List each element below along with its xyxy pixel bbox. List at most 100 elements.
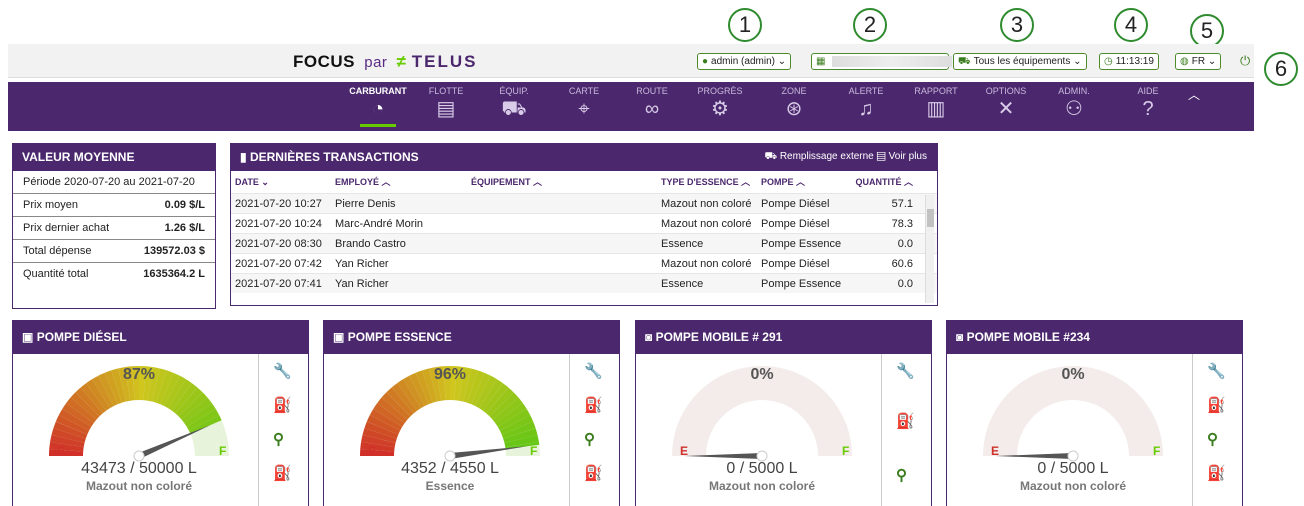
progress-icon: ⚙ xyxy=(711,98,729,120)
external-fill-label: Remplissage externe xyxy=(779,151,874,162)
pump-key-icon[interactable]: ⚲ xyxy=(273,430,284,448)
wrench-icon[interactable]: 🔧 xyxy=(273,362,292,380)
gauge-empty-label: E xyxy=(57,444,66,458)
col-pump[interactable]: POMPE ︿ xyxy=(761,171,853,193)
col-equipment[interactable]: ÉQUIPEMENT ︿ xyxy=(467,171,657,193)
avg-label: Prix moyen xyxy=(23,199,79,211)
avg-row: Prix moyen 0.09 $/L xyxy=(13,194,215,217)
table-row[interactable]: 2021-07-20 10:24 Marc-André Morin Mazout n… xyxy=(231,213,937,233)
pump-key-icon[interactable]: ⚲ xyxy=(896,466,907,484)
language-select[interactable]: ◍ FR ⌄ xyxy=(1175,53,1222,70)
refill-icon[interactable]: ⛽ xyxy=(273,464,292,482)
see-more-link[interactable]: ▤ Voir plus xyxy=(877,151,927,162)
average-value-panel: VALEUR MOYENNE Période 2020-07-20 au 202… xyxy=(12,143,216,309)
add-fuel-icon[interactable]: ⛽ xyxy=(1207,396,1226,414)
nav-label: ADMIN. xyxy=(1058,86,1090,96)
power-icon[interactable]: ⏻ xyxy=(1240,53,1250,69)
user-menu-button[interactable]: ● admin (admin) ⌄ xyxy=(697,53,792,70)
col-date[interactable]: DATE ⌄ xyxy=(231,171,331,193)
car-icon: ◙ xyxy=(645,330,653,344)
transactions-title: DERNIÈRES TRANSACTIONS xyxy=(249,150,419,164)
nav-carte[interactable]: CARTE ⌖ xyxy=(554,86,614,122)
cell-fuel-type: Mazout non coloré xyxy=(661,258,752,270)
add-fuel-icon[interactable]: ⛽ xyxy=(584,396,603,414)
col-label: QUANTITÉ xyxy=(855,177,902,187)
cell-quantity: 0.0 xyxy=(897,238,913,250)
company-selector[interactable]: ▦ xyxy=(811,53,953,70)
cell-quantity: 57.1 xyxy=(891,198,913,210)
refill-icon[interactable]: ⛽ xyxy=(584,464,603,482)
nav-progres[interactable]: PROGRÈS ⚙ xyxy=(690,86,750,122)
pump-key-icon[interactable]: ⚲ xyxy=(1207,430,1218,448)
cell-fuel-type: Mazout non coloré xyxy=(661,198,752,210)
nav-label: AIDE xyxy=(1137,86,1159,96)
add-fuel-icon[interactable]: ⛽ xyxy=(896,412,915,430)
gauge-fuel-type: Mazout non coloré xyxy=(1020,479,1126,493)
transactions-actions: ⛟ Remplissage externe ▤ Voir plus xyxy=(764,143,927,171)
callout-5: 5 xyxy=(1190,14,1224,48)
avg-value: 0.09 $/L xyxy=(164,199,205,211)
clock-label: 11:13:19 xyxy=(1115,56,1154,67)
nav-zone[interactable]: ZONE ⊛ xyxy=(764,86,824,122)
pump-card: ▣ POMPE DIÉSEL 87% E F 43473 / 50000 L M… xyxy=(12,320,309,506)
tools-icon: ✕ xyxy=(997,98,1015,120)
avg-title: VALEUR MOYENNE xyxy=(13,143,215,171)
gauge-icon: ◔ xyxy=(371,98,385,120)
cell-employee: Brando Castro xyxy=(335,238,406,250)
nav-equip[interactable]: ÉQUIP. ⛟ xyxy=(484,86,544,122)
chevron-up-icon[interactable]: ︿ xyxy=(1188,86,1200,103)
col-label: DATE xyxy=(235,177,259,187)
col-employee[interactable]: EMPLOYÉ ︿ xyxy=(331,171,467,193)
external-fill-link[interactable]: ⛟ Remplissage externe xyxy=(764,151,873,162)
chevron-down-icon: ⌄ xyxy=(777,56,787,67)
language-label: FR xyxy=(1191,56,1206,67)
fuel-gauge: 87% E F 43473 / 50000 L Mazout non color… xyxy=(19,356,259,506)
gauge-empty-label: E xyxy=(991,444,1000,458)
col-fuel-type[interactable]: TYPE D'ESSENCE ︿ xyxy=(657,171,761,193)
refill-icon[interactable]: ⛽ xyxy=(1207,464,1226,482)
avg-label: Quantité total xyxy=(23,268,89,280)
fuel-gauge: 0% E F 0 / 5000 L Mazout non coloré xyxy=(642,356,882,506)
redacted-company xyxy=(832,55,953,67)
nav-label: CARBURANT xyxy=(349,86,407,96)
cell-employee: Pierre Denis xyxy=(335,198,396,210)
cell-employee: Yan Richer xyxy=(335,278,389,290)
avg-value: 1.26 $/L xyxy=(164,222,205,234)
wrench-icon[interactable]: 🔧 xyxy=(1207,362,1226,380)
nav-options[interactable]: OPTIONS ✕ xyxy=(976,86,1036,122)
pump-actions: 🔧 ⛽ ⚲ ⛽ xyxy=(258,354,308,506)
scrollbar-thumb[interactable] xyxy=(927,209,934,227)
brand-par: par xyxy=(364,54,388,71)
table-row[interactable]: 2021-07-20 07:42 Yan Richer Mazout non col… xyxy=(231,253,937,273)
wrench-icon[interactable]: 🔧 xyxy=(896,362,915,380)
transactions-scrollbar[interactable] xyxy=(925,195,934,303)
wrench-icon[interactable]: 🔧 xyxy=(584,362,603,380)
nav-admin[interactable]: ADMIN. ⚇ xyxy=(1044,86,1104,122)
table-row[interactable]: 2021-07-20 08:30 Brando Castro Essence Pomp… xyxy=(231,233,937,253)
avg-label: Total dépense xyxy=(23,245,92,257)
cell-equipment xyxy=(467,234,657,253)
pump-key-icon[interactable]: ⚲ xyxy=(584,430,595,448)
nav-flotte[interactable]: FLOTTE ▤ xyxy=(416,86,476,122)
equipment-filter-select[interactable]: ⛟ Tous les équipements ⌄ xyxy=(953,53,1087,70)
nav-route[interactable]: ROUTE ∞ xyxy=(622,86,682,122)
gauge-fuel-type: Mazout non coloré xyxy=(86,479,192,493)
table-row[interactable]: 2021-07-20 07:41 Yan Richer Essence Pompe E… xyxy=(231,273,937,293)
add-fuel-icon[interactable]: ⛽ xyxy=(273,396,292,414)
pump-title: POMPE MOBILE # 291 xyxy=(655,330,783,344)
gauge-reading: 4352 / 4550 L xyxy=(401,460,499,477)
chevron-down-icon: ⌄ xyxy=(1207,56,1217,67)
brand-focus: FOCUS xyxy=(293,52,355,71)
table-row[interactable]: 2021-07-20 10:27 Pierre Denis Mazout non c… xyxy=(231,193,937,213)
pump-title: POMPE ESSENCE xyxy=(347,330,452,344)
route-icon: ∞ xyxy=(644,98,660,120)
clock-button[interactable]: ◷ 11:13:19 xyxy=(1099,53,1159,70)
nav-aide[interactable]: AIDE? xyxy=(1118,86,1178,122)
nav-alerte[interactable]: ALERTE ♫ xyxy=(836,86,896,122)
nav-carburant[interactable]: CARBURANT ◔ xyxy=(348,86,408,127)
map-icon: ⌖ xyxy=(578,98,590,120)
col-quantity[interactable]: QUANTITÉ ︿ xyxy=(853,171,919,193)
brand-logo: FOCUS par ≠ TELUS xyxy=(293,52,477,72)
pump-icon: ▣ xyxy=(22,330,34,344)
nav-rapport[interactable]: RAPPORT ▥ xyxy=(906,86,966,122)
